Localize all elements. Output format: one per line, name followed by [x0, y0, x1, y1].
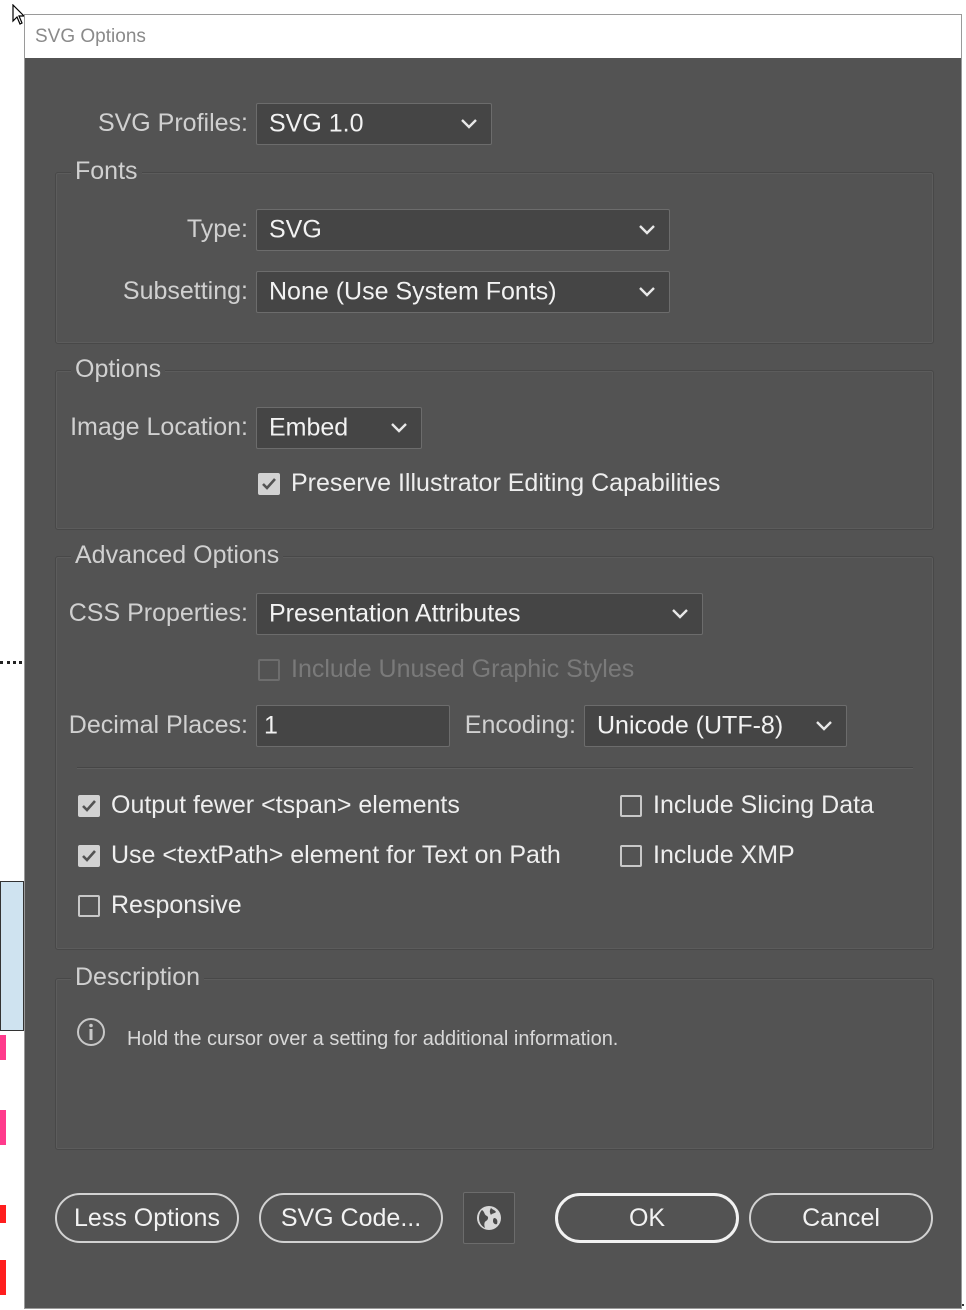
subsetting-dropdown[interactable]: None (Use System Fonts): [256, 271, 670, 313]
description-section: [55, 978, 934, 1150]
svg-code-button[interactable]: SVG Code...: [259, 1193, 443, 1243]
subsetting-label: Subsetting:: [122, 277, 248, 305]
include-xmp-label: Include XMP: [653, 841, 795, 869]
font-type-label: Type:: [186, 215, 248, 243]
web-preview-button[interactable]: [463, 1192, 515, 1244]
decimal-places-label: Decimal Places:: [68, 711, 248, 739]
dialog-title: SVG Options: [25, 15, 961, 58]
css-properties-label: CSS Properties:: [68, 599, 248, 627]
preserve-editing-checkbox[interactable]: [258, 473, 280, 495]
image-location-dropdown[interactable]: Embed: [256, 407, 422, 449]
svg-profiles-dropdown[interactable]: SVG 1.0: [256, 103, 492, 145]
description-title: Description: [71, 963, 205, 992]
svg-profiles-value: SVG 1.0: [269, 109, 364, 138]
chevron-down-icon: [639, 287, 655, 297]
subsetting-value: None (Use System Fonts): [269, 277, 557, 306]
slicing-data-checkbox[interactable]: [620, 795, 642, 817]
chevron-down-icon: [391, 423, 407, 433]
advanced-separator: [77, 767, 913, 769]
image-location-label: Image Location:: [70, 413, 248, 441]
chevron-down-icon: [461, 119, 477, 129]
chevron-down-icon: [639, 225, 655, 235]
less-options-button[interactable]: Less Options: [55, 1193, 239, 1243]
include-unused-styles-checkbox[interactable]: [258, 659, 280, 681]
preserve-editing-label: Preserve Illustrator Editing Capabilitie…: [291, 469, 721, 497]
textpath-checkbox[interactable]: [78, 845, 100, 867]
options-section: [55, 370, 934, 530]
fewer-tspan-label: Output fewer <tspan> elements: [111, 791, 460, 819]
encoding-value: Unicode (UTF-8): [597, 711, 784, 740]
svg-options-dialog: SVG Options SVG Profiles: SVG 1.0 Fonts …: [24, 14, 962, 1309]
encoding-label: Encoding:: [464, 711, 576, 739]
info-icon: [77, 1018, 105, 1046]
chevron-down-icon: [672, 609, 688, 619]
font-type-dropdown[interactable]: SVG: [256, 209, 670, 251]
decimal-places-value: 1: [264, 711, 278, 740]
decimal-places-input[interactable]: 1: [256, 705, 450, 747]
include-xmp-checkbox[interactable]: [620, 845, 642, 867]
background-document: [0, 655, 24, 1309]
checkmark-icon: [82, 800, 96, 812]
advanced-options-title: Advanced Options: [71, 541, 284, 570]
responsive-checkbox[interactable]: [78, 895, 100, 917]
responsive-label: Responsive: [111, 891, 242, 919]
include-unused-styles-label: Include Unused Graphic Styles: [291, 655, 635, 683]
image-location-value: Embed: [269, 413, 349, 442]
chevron-down-icon: [816, 721, 832, 731]
cancel-button[interactable]: Cancel: [749, 1193, 933, 1243]
options-section-title: Options: [71, 355, 166, 384]
ok-button[interactable]: OK: [555, 1193, 739, 1243]
description-text: Hold the cursor over a setting for addit…: [127, 1028, 619, 1050]
css-properties-value: Presentation Attributes: [269, 599, 521, 628]
checkmark-icon: [262, 478, 276, 490]
textpath-label: Use <textPath> element for Text on Path: [111, 841, 561, 869]
slicing-data-label: Include Slicing Data: [653, 791, 874, 819]
fonts-section-title: Fonts: [71, 157, 142, 186]
globe-icon: [477, 1206, 501, 1230]
checkmark-icon: [82, 850, 96, 862]
fewer-tspan-checkbox[interactable]: [78, 795, 100, 817]
fonts-section: [55, 172, 934, 344]
font-type-value: SVG: [269, 215, 322, 244]
css-properties-dropdown[interactable]: Presentation Attributes: [256, 593, 703, 635]
svg-profiles-label: SVG Profiles:: [97, 109, 248, 137]
encoding-dropdown[interactable]: Unicode (UTF-8): [584, 705, 847, 747]
